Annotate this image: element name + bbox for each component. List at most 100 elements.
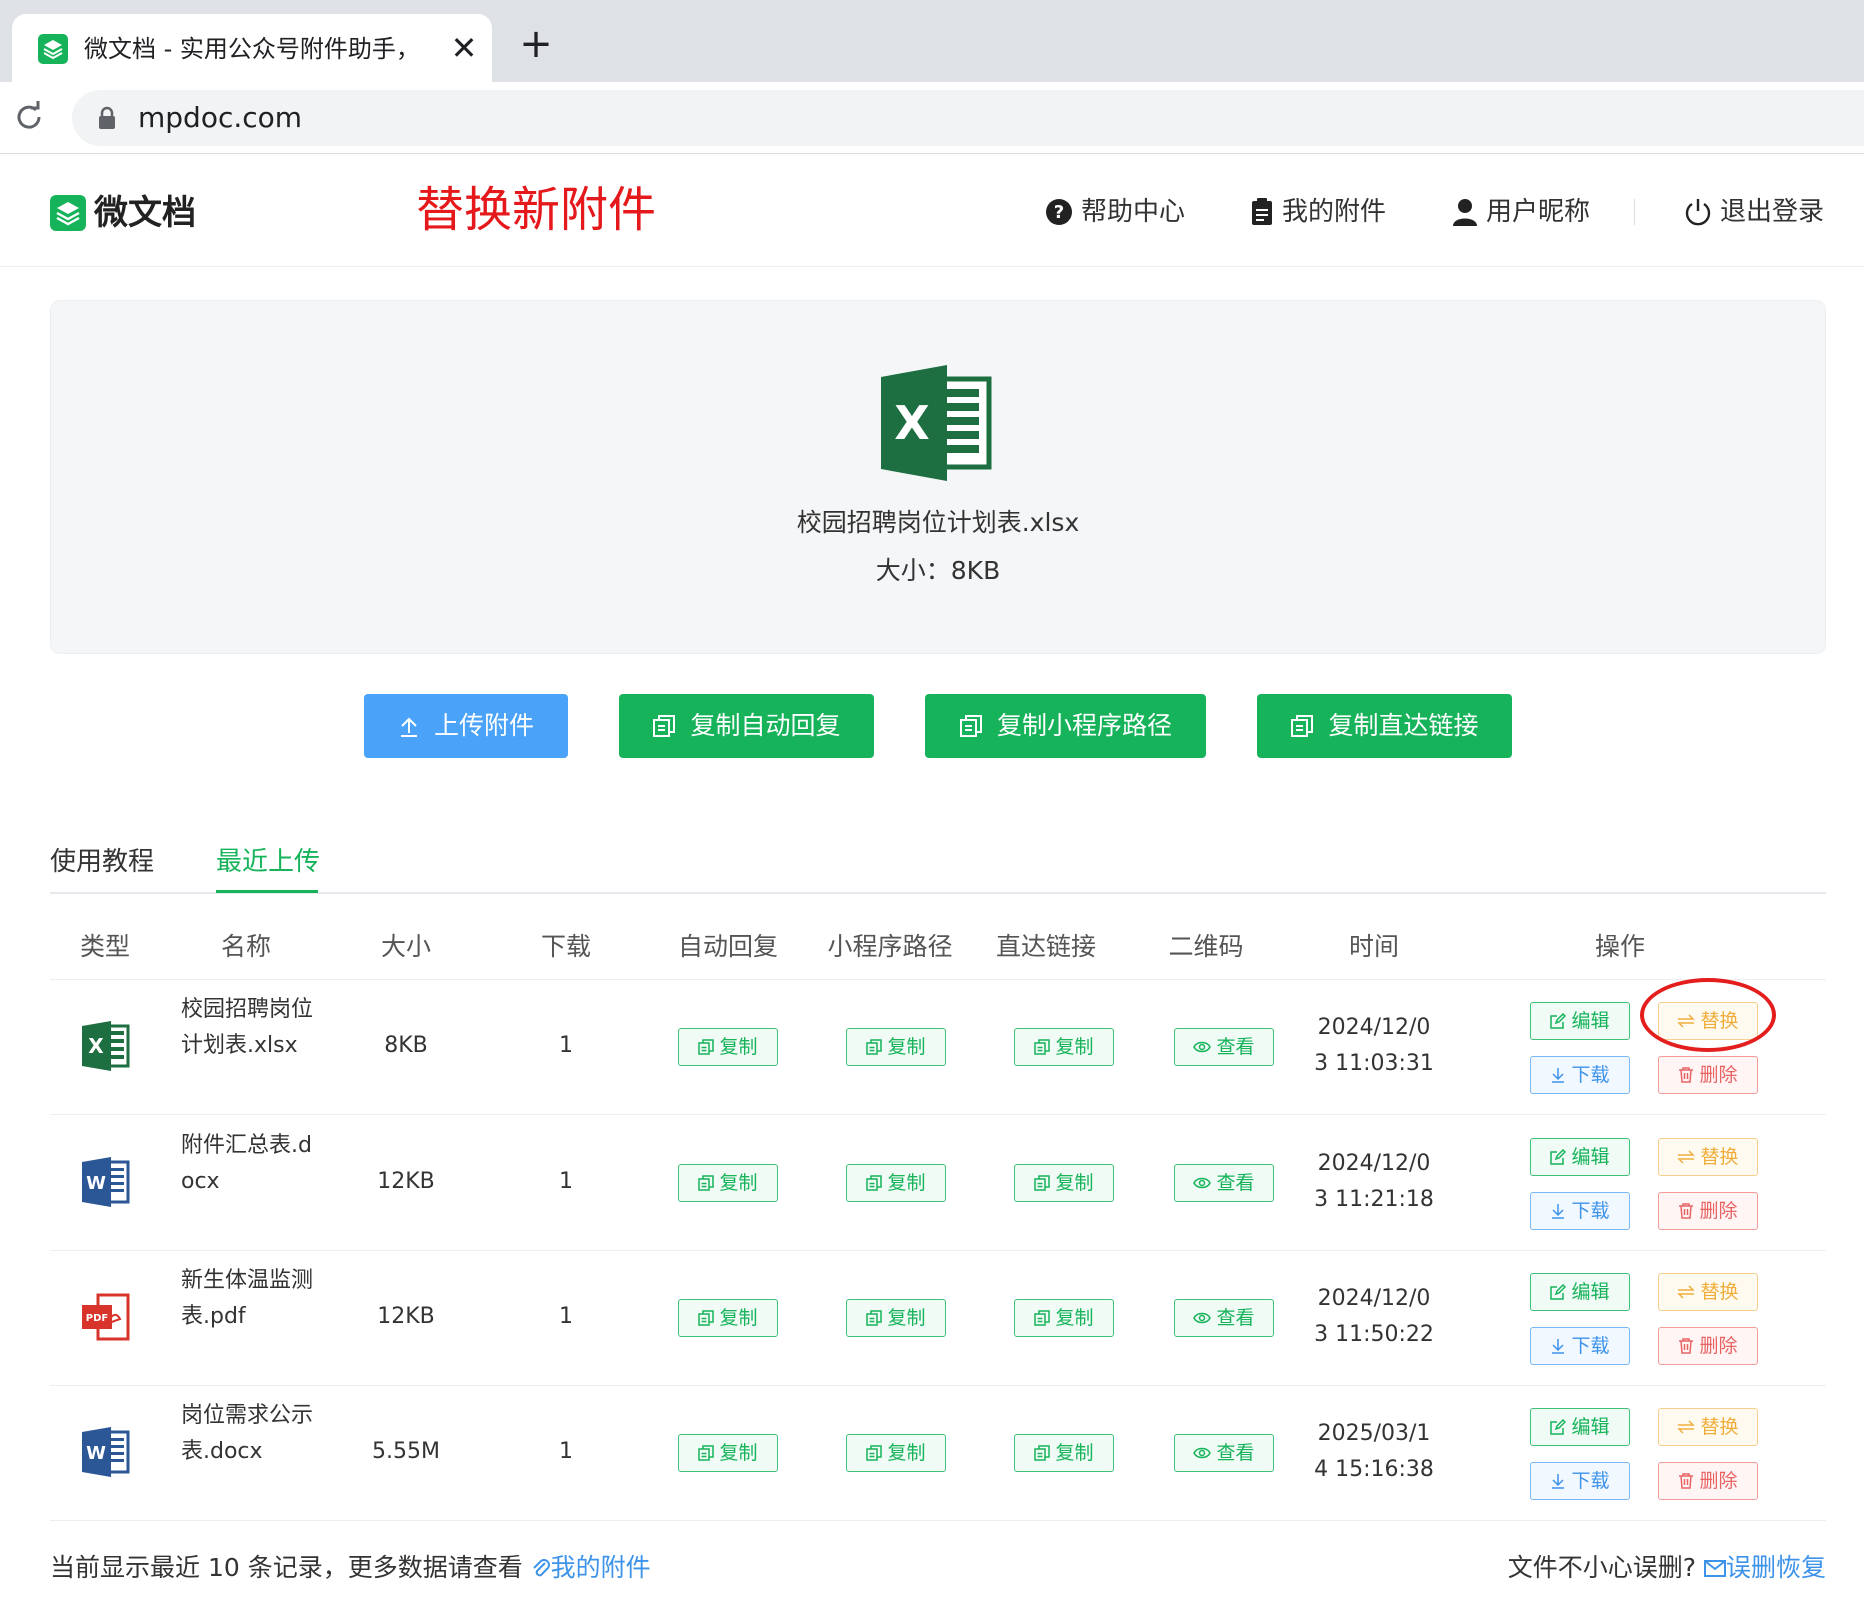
table-row: W 附件汇总表.docx 12KB 1 复制 复制 复制 查看 2024/12/0 3 11:21…: [50, 1116, 1826, 1251]
replace-button[interactable]: 替换: [1658, 1273, 1758, 1311]
copy-direct-link-button-label: 复制: [1055, 1036, 1094, 1058]
copy-direct-link-button-label: 复制: [1055, 1307, 1094, 1329]
url-text[interactable]: mpdoc.com: [138, 100, 302, 136]
browser-toolbar: mpdoc.com: [0, 82, 1864, 154]
download-button-label: 下载: [1571, 1470, 1610, 1492]
copy-mini-path-button[interactable]: 复制: [846, 1434, 946, 1472]
view-qrcode-button[interactable]: 查看: [1174, 1434, 1274, 1472]
delete-button[interactable]: 删除: [1658, 1327, 1758, 1365]
copy-mini-path-button-label: 复制: [887, 1036, 926, 1058]
copy-icon: [1034, 1310, 1051, 1326]
replace-button-label: 替换: [1700, 1281, 1739, 1303]
copy-icon: [653, 715, 676, 737]
nav-help[interactable]: ? 帮助中心: [1045, 195, 1185, 229]
svg-text:?: ?: [1054, 202, 1064, 223]
trash-icon: [1679, 1203, 1694, 1219]
restore-deleted-link[interactable]: 误删恢复: [1703, 1553, 1826, 1582]
file-name[interactable]: 校园招聘岗位计划表.xlsx: [181, 992, 319, 1064]
copy-direct-link-button[interactable]: 复制: [1014, 1164, 1114, 1202]
delete-button-label: 删除: [1699, 1200, 1738, 1222]
copy-auto-reply-button[interactable]: 复制: [678, 1164, 778, 1202]
copy-mini-path-button[interactable]: 复制: [846, 1299, 946, 1337]
col-mini-path: 小程序路径: [827, 932, 953, 961]
view-qrcode-button-label: 查看: [1216, 1172, 1255, 1194]
tab-tutorial[interactable]: 使用教程: [50, 840, 154, 884]
copy-direct-link-button[interactable]: 复制直达链接: [1257, 694, 1512, 758]
file-name[interactable]: 岗位需求公示表.docx: [181, 1398, 319, 1470]
browser-tab[interactable]: 微文档 - 实用公众号附件助手， ✕: [12, 14, 492, 82]
edit-button-label: 编辑: [1571, 1010, 1610, 1032]
col-auto-reply: 自动回复: [677, 932, 778, 961]
copy-direct-link-button[interactable]: 复制: [1014, 1299, 1114, 1337]
trash-icon: [1679, 1067, 1694, 1083]
file-preview-panel: X 校园招聘岗位计划表.xlsx 大小：8KB: [50, 300, 1826, 654]
delete-button-label: 删除: [1699, 1470, 1738, 1492]
copy-mini-path-button-label: 复制: [887, 1307, 926, 1329]
address-bar[interactable]: mpdoc.com: [72, 90, 1864, 146]
logo[interactable]: 微文档: [50, 193, 196, 233]
app-header: 微文档 替换新附件 ? 帮助中心 我的附件 用户昵称 退出登录: [0, 155, 1864, 267]
nav-my-attachments[interactable]: 我的附件: [1250, 195, 1386, 229]
copy-auto-reply-label: 复制自动回复: [690, 711, 841, 740]
download-button[interactable]: 下载: [1530, 1192, 1630, 1230]
copy-icon: [698, 1175, 715, 1191]
copy-mini-path-button[interactable]: 复制: [846, 1028, 946, 1066]
delete-button[interactable]: 删除: [1658, 1462, 1758, 1500]
view-qrcode-button-label: 查看: [1216, 1442, 1255, 1464]
nav-user-label: 用户昵称: [1486, 197, 1591, 227]
file-name[interactable]: 附件汇总表.docx: [181, 1128, 319, 1200]
excel-file-icon: X: [881, 365, 992, 481]
upload-attachment-button[interactable]: 上传附件: [364, 694, 568, 758]
download-button[interactable]: 下载: [1530, 1327, 1630, 1365]
edit-button[interactable]: 编辑: [1530, 1273, 1630, 1311]
tab-recent-uploads[interactable]: 最近上传: [216, 840, 320, 884]
replace-button[interactable]: 替换: [1658, 1408, 1758, 1446]
copy-mini-path-button[interactable]: 复制: [846, 1164, 946, 1202]
copy-mini-program-path-button[interactable]: 复制小程序路径: [925, 694, 1206, 758]
col-qrcode: 二维码: [1168, 932, 1244, 961]
view-qrcode-button[interactable]: 查看: [1174, 1164, 1274, 1202]
copy-auto-reply-button[interactable]: 复制: [678, 1028, 778, 1066]
file-name[interactable]: 新生体温监测表.pdf: [181, 1263, 319, 1335]
copy-auto-reply-button[interactable]: 复制: [678, 1299, 778, 1337]
copy-auto-reply-button[interactable]: 复制: [678, 1434, 778, 1472]
copy-direct-link-button[interactable]: 复制: [1014, 1028, 1114, 1066]
edit-button[interactable]: 编辑: [1530, 1408, 1630, 1446]
nav-logout[interactable]: 退出登录: [1684, 195, 1824, 229]
copy-direct-link-button[interactable]: 复制: [1014, 1434, 1114, 1472]
view-qrcode-button[interactable]: 查看: [1174, 1028, 1274, 1066]
edit-button[interactable]: 编辑: [1530, 1002, 1630, 1040]
footer-left-text: 当前显示最近 10 条记录，更多数据请查看: [50, 1553, 523, 1582]
help-icon: ?: [1046, 199, 1072, 225]
replace-button[interactable]: 替换: [1658, 1138, 1758, 1176]
copy-icon: [866, 1175, 883, 1191]
copy-mini-program-path-label: 复制小程序路径: [996, 711, 1172, 740]
nav-user[interactable]: 用户昵称: [1452, 195, 1590, 229]
nav-logout-label: 退出登录: [1720, 197, 1825, 227]
download-button[interactable]: 下载: [1530, 1056, 1630, 1094]
edit-button-label: 编辑: [1571, 1416, 1610, 1438]
view-qrcode-button[interactable]: 查看: [1174, 1299, 1274, 1337]
restore-deleted-link-label: 误删恢复: [1725, 1553, 1826, 1582]
copy-icon: [866, 1039, 883, 1055]
edit-icon: [1550, 1284, 1567, 1300]
close-tab-icon[interactable]: ✕: [446, 30, 482, 66]
reload-icon[interactable]: [12, 100, 46, 134]
eye-icon: [1193, 1447, 1212, 1459]
file-size: 8KB: [384, 1033, 428, 1058]
new-tab-icon[interactable]: +: [516, 24, 556, 64]
download-button[interactable]: 下载: [1530, 1462, 1630, 1500]
copy-auto-reply-button[interactable]: 复制自动回复: [619, 694, 874, 758]
copy-direct-link-button-label: 复制: [1055, 1172, 1094, 1194]
xlsx-file-icon: X: [80, 1020, 132, 1072]
file-size: 5.55M: [372, 1439, 440, 1464]
edit-button[interactable]: 编辑: [1530, 1138, 1630, 1176]
my-attachments-link[interactable]: 我的附件: [531, 1553, 651, 1582]
svg-text:W: W: [86, 1173, 106, 1194]
copy-mini-path-button-label: 复制: [887, 1442, 926, 1464]
svg-text:X: X: [894, 396, 929, 450]
trash-icon: [1679, 1338, 1694, 1354]
delete-button[interactable]: 删除: [1658, 1192, 1758, 1230]
file-size: 12KB: [377, 1304, 435, 1329]
delete-button[interactable]: 删除: [1658, 1056, 1758, 1094]
